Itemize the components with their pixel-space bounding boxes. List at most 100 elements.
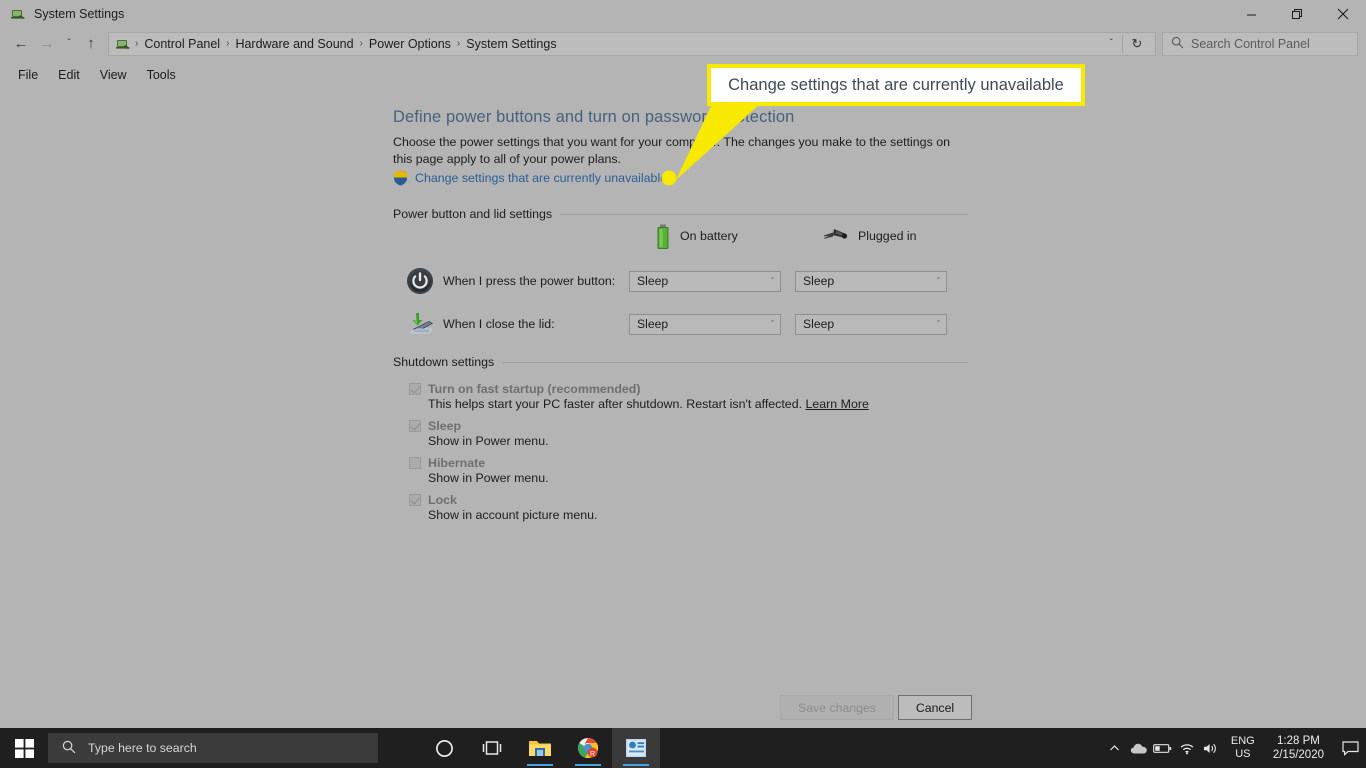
change-settings-link-row[interactable]: Change settings that are currently unava… (393, 170, 667, 186)
combo-close-lid-plugged-in[interactable]: Sleep ˇ (795, 313, 947, 335)
combo-value: Sleep (803, 317, 835, 331)
column-plugged-in: Plugged in (821, 227, 917, 245)
chevron-up-icon[interactable] (1103, 728, 1127, 768)
refresh-icon[interactable]: ↻ (1123, 33, 1151, 55)
column-on-battery: On battery (655, 224, 738, 249)
taskbar: Type here to search R ENG US 1:28 PM 2/1… (0, 728, 1366, 768)
language-indicator[interactable]: ENG US (1223, 728, 1263, 768)
shutdown-section-header: Shutdown settings (393, 355, 968, 369)
title-bar: System Settings (0, 0, 1366, 28)
laptop-lid-icon (405, 309, 435, 339)
breadcrumb-item-control-panel[interactable]: Control Panel (139, 33, 225, 55)
row-label-power-button: When I press the power button: (443, 274, 616, 288)
menu-item-view[interactable]: View (90, 66, 137, 84)
button-bar: Save changes Cancel (0, 690, 1366, 728)
combo-value: Sleep (803, 274, 835, 288)
page-description: Choose the power settings that you want … (393, 135, 950, 166)
checkbox-box[interactable] (409, 457, 421, 469)
learn-more-link[interactable]: Learn More (805, 397, 868, 411)
minimize-button[interactable] (1228, 0, 1274, 28)
up-button[interactable]: ↑ (78, 31, 104, 57)
checkbox-hibernate[interactable]: Hibernate (409, 454, 485, 472)
search-placeholder: Search Control Panel (1191, 36, 1310, 51)
change-settings-link[interactable]: Change settings that are currently unava… (415, 171, 667, 185)
file-explorer-icon[interactable] (516, 728, 564, 768)
column-label-on-battery: On battery (680, 229, 738, 243)
row-power-button: When I press the power button: Sleep ˇ S… (405, 264, 961, 298)
menu-bar: File Edit View Tools (0, 64, 1366, 86)
checkbox-lock[interactable]: Lock (409, 491, 457, 509)
combo-power-button-plugged-in[interactable]: Sleep ˇ (795, 270, 947, 292)
checkbox-label: Lock (428, 493, 457, 507)
breadcrumb-item-hardware-and-sound[interactable]: Hardware and Sound (230, 33, 358, 55)
breadcrumb[interactable]: › Control Panel › Hardware and Sound › P… (108, 31, 1156, 56)
power-section-header: Power button and lid settings (393, 207, 968, 221)
checkbox-sleep[interactable]: Sleep (409, 417, 461, 435)
battery-icon[interactable] (1151, 728, 1175, 768)
combo-value: Sleep (637, 274, 669, 288)
taskbar-search-placeholder: Type here to search (88, 741, 197, 755)
checkbox-label: Sleep (428, 419, 462, 433)
checkbox-box[interactable] (409, 420, 421, 432)
chevron-down-icon: ˇ (937, 319, 940, 329)
search-icon (62, 740, 76, 757)
window-controls (1228, 0, 1366, 28)
checkbox-box[interactable] (409, 494, 421, 506)
annotation-callout: Change settings that are currently unava… (707, 64, 1085, 106)
combo-close-lid-on-battery[interactable]: Sleep ˇ (629, 313, 781, 335)
chevron-down-icon: ˇ (771, 319, 774, 329)
notification-icon[interactable] (1334, 728, 1366, 768)
forward-button[interactable]: → (34, 31, 60, 57)
save-changes-button[interactable]: Save changes (780, 695, 894, 720)
description-text: This helps start your PC faster after sh… (428, 397, 803, 411)
search-input[interactable]: Search Control Panel (1162, 31, 1358, 56)
divider (560, 213, 968, 215)
task-view-icon[interactable] (468, 728, 516, 768)
checkbox-label: Hibernate (428, 456, 486, 470)
menu-item-file[interactable]: File (8, 66, 48, 84)
divider (502, 361, 968, 363)
cortana-icon[interactable] (420, 728, 468, 768)
combo-power-button-on-battery[interactable]: Sleep ˇ (629, 270, 781, 292)
recent-locations-button[interactable]: ˇ (60, 31, 78, 57)
column-label-plugged-in: Plugged in (858, 229, 917, 243)
clock[interactable]: 1:28 PM 2/15/2020 (1263, 728, 1334, 768)
start-button[interactable] (0, 728, 48, 768)
window-root: System Settings ← → ˇ ↑ › Control Panel … (0, 0, 1366, 768)
chrome-icon[interactable]: R (564, 728, 612, 768)
volume-icon[interactable] (1199, 728, 1223, 768)
power-section-title: Power button and lid settings (393, 207, 553, 221)
column-headers: On battery Plugged in (393, 224, 968, 252)
row-close-lid: When I close the lid: Sleep ˇ Sleep ˇ (405, 307, 961, 341)
system-settings-icon (10, 6, 26, 22)
breadcrumb-item-power-options[interactable]: Power Options (364, 33, 456, 55)
combo-value: Sleep (637, 317, 669, 331)
wifi-icon[interactable] (1175, 728, 1199, 768)
language-line-2: US (1235, 748, 1251, 760)
window-title: System Settings (34, 7, 125, 21)
power-button-icon (405, 266, 435, 296)
menu-item-edit[interactable]: Edit (48, 66, 90, 84)
row-label-close-lid: When I close the lid: (443, 317, 555, 331)
checkbox-fast-startup-description: This helps start your PC faster after sh… (428, 397, 869, 411)
cancel-button[interactable]: Cancel (898, 695, 972, 720)
control-panel-icon[interactable] (612, 728, 660, 768)
breadcrumb-app-icon (115, 36, 131, 52)
breadcrumb-item-system-settings[interactable]: System Settings (461, 33, 561, 55)
restore-button[interactable] (1274, 0, 1320, 28)
checkbox-fast-startup[interactable]: Turn on fast startup (recommended) (409, 380, 641, 398)
checkbox-box[interactable] (409, 383, 421, 395)
shield-icon (393, 170, 408, 186)
clock-date: 2/15/2020 (1272, 749, 1324, 761)
chevron-down-icon: ˇ (771, 276, 774, 286)
menu-item-tools[interactable]: Tools (137, 66, 186, 84)
address-bar: ← → ˇ ↑ › Control Panel › Hardware and S… (0, 28, 1366, 59)
close-button[interactable] (1320, 0, 1366, 28)
chevron-down-icon[interactable]: ˇ (1101, 38, 1122, 49)
chevron-down-icon: ˇ (937, 276, 940, 286)
onedrive-icon[interactable] (1127, 728, 1151, 768)
taskbar-search-input[interactable]: Type here to search (48, 733, 378, 763)
language-line-1: ENG (1230, 735, 1255, 747)
back-button[interactable]: ← (8, 31, 34, 57)
content-area: Define power buttons and turn on passwor… (0, 96, 1366, 686)
